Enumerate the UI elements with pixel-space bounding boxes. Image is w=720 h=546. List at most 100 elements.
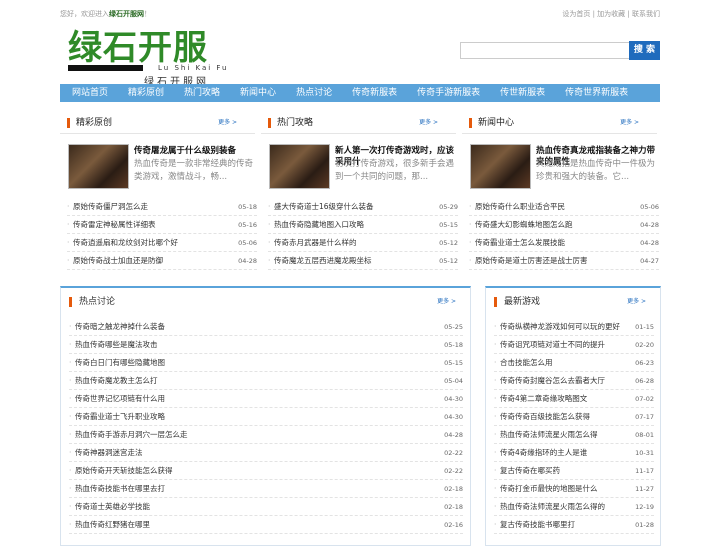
list-item-title[interactable]: 热血传奇法师流星火雨怎么得的 bbox=[500, 501, 605, 512]
list-item-title[interactable]: 原始传奇开天斩技能怎么获得 bbox=[75, 465, 173, 476]
list-item[interactable]: 原始传奇是道士厉害还是战士厉害 04-27 bbox=[469, 252, 659, 270]
nav-item[interactable]: 传奇世界新服表 bbox=[555, 84, 638, 102]
list-item[interactable]: 盛大传奇道士16级穿什么装备 05-29 bbox=[268, 198, 458, 216]
list-item[interactable]: 传奇魔龙五层西进魔龙殿坐标 05-12 bbox=[268, 252, 458, 270]
list-item[interactable]: 传奇道士英雄必学技能 02-18 bbox=[69, 498, 463, 516]
list-item-title[interactable]: 传奇暗之触龙神掉什么装备 bbox=[75, 321, 165, 332]
search-button[interactable]: 搜 索 bbox=[629, 41, 660, 60]
list-item-title[interactable]: 热血传奇法师流星火雨怎么得 bbox=[500, 429, 598, 440]
nav-item[interactable]: 热门攻略 bbox=[174, 84, 230, 102]
list-item[interactable]: 原始传奇开天斩技能怎么获得 02-22 bbox=[69, 462, 463, 480]
list-item[interactable]: 传奇霸业道士飞升职业攻略 04-30 bbox=[69, 408, 463, 426]
feature-article[interactable]: 新人第一次打传奇游戏时，应该采用什 初次打传奇游戏，很多新手会遇到一个共同的问题，… bbox=[269, 144, 459, 194]
list-item-title[interactable]: 传奇赤月武器是什么样的 bbox=[274, 237, 357, 248]
list-item[interactable]: 热血传奇隐藏地图入口攻略 05-15 bbox=[268, 216, 458, 234]
list-item-title[interactable]: 热血传奇红野猪在哪里 bbox=[75, 519, 150, 530]
list-item[interactable]: 原始传奇什么职业适合平民 05-06 bbox=[469, 198, 659, 216]
list-item-title[interactable]: 传奇道士英雄必学技能 bbox=[75, 501, 150, 512]
list-item-title[interactable]: 传奇4第二章奇缘攻略图文 bbox=[500, 393, 587, 404]
list-item[interactable]: 传奇逍遥扇和龙纹剑对比哪个好 05-06 bbox=[67, 234, 257, 252]
logo-title[interactable]: 绿石开服 bbox=[68, 20, 208, 69]
more-link[interactable]: 更多 > bbox=[620, 112, 639, 134]
list-item-date: 06-23 bbox=[635, 358, 654, 367]
list-item-title[interactable]: 复古传奇在哪买药 bbox=[500, 465, 560, 476]
more-link[interactable]: 更多 > bbox=[419, 112, 438, 134]
list-item[interactable]: 热血传奇法师流星火雨怎么得的 12-19 bbox=[494, 498, 654, 516]
list-item[interactable]: 复古传奇技能书哪里打 01-28 bbox=[494, 516, 654, 534]
list-item[interactable]: 传奇白日门有哪些隐藏地图 05-15 bbox=[69, 354, 463, 372]
nav-item[interactable]: 传世新服表 bbox=[490, 84, 555, 102]
list-item[interactable]: 传奇传奇百级技能怎么获得 07-17 bbox=[494, 408, 654, 426]
list-item-title[interactable]: 传奇传奇封魔谷怎么去霸者大厅 bbox=[500, 375, 605, 386]
list-item[interactable]: 热血传奇法师流星火雨怎么得 08-01 bbox=[494, 426, 654, 444]
list-item[interactable]: 传奇4奇缘指环的主人是谁 10-31 bbox=[494, 444, 654, 462]
list-item-title[interactable]: 热血传奇隐藏地图入口攻略 bbox=[274, 219, 364, 230]
more-link[interactable]: 更多 > bbox=[627, 288, 646, 316]
list-item-title[interactable]: 传奇神器洞迷宫走法 bbox=[75, 447, 143, 458]
list-item[interactable]: 传奇诅咒项链对道士不同的提升 02-20 bbox=[494, 336, 654, 354]
list-item-title[interactable]: 原始传奇战士加血还是防御 bbox=[73, 255, 163, 266]
list-item[interactable]: 传奇世界记忆项链有什么用 04-30 bbox=[69, 390, 463, 408]
nav-item[interactable]: 新闻中心 bbox=[230, 84, 286, 102]
list-item-title[interactable]: 传奇诅咒项链对道士不同的提升 bbox=[500, 339, 605, 350]
nav-item[interactable]: 热点讨论 bbox=[286, 84, 342, 102]
list-item[interactable]: 传奇纵横神龙游戏如何可以玩的更好 01-15 bbox=[494, 318, 654, 336]
list-item[interactable]: 传奇盛大幻影蜘蛛地图怎么跑 04-28 bbox=[469, 216, 659, 234]
list-item[interactable]: 传奇神器洞迷宫走法 02-22 bbox=[69, 444, 463, 462]
list-item-title[interactable]: 合击技能怎么用 bbox=[500, 357, 553, 368]
list-item-title[interactable]: 传奇4奇缘指环的主人是谁 bbox=[500, 447, 587, 458]
list-item-title[interactable]: 传奇世界记忆项链有什么用 bbox=[75, 393, 165, 404]
feature-title[interactable]: 传奇屠龙属于什么级别装备 bbox=[134, 146, 259, 157]
feature-article[interactable]: 传奇屠龙属于什么级别装备 热血传奇是一款非常经典的传奇类游戏，激情战斗，畅... bbox=[68, 144, 258, 194]
list-item[interactable]: 传奇传奇封魔谷怎么去霸者大厅 06-28 bbox=[494, 372, 654, 390]
list-item[interactable]: 传奇霸业道士怎么发展技能 04-28 bbox=[469, 234, 659, 252]
list-item[interactable]: 热血传奇哪些是魔法攻击 05-18 bbox=[69, 336, 463, 354]
top-links-text[interactable]: 设为首页 | 加为收藏 | 联系我们 bbox=[562, 10, 660, 18]
list-item-title[interactable]: 传奇霸业道士飞升职业攻略 bbox=[75, 411, 165, 422]
list-item-title[interactable]: 传奇盛大幻影蜘蛛地图怎么跑 bbox=[475, 219, 573, 230]
list-item[interactable]: 热血传奇技能书在哪里去打 02-18 bbox=[69, 480, 463, 498]
list-item-title[interactable]: 传奇纵横神龙游戏如何可以玩的更好 bbox=[500, 321, 620, 332]
welcome-site-name[interactable]: 绿石开服网 bbox=[109, 10, 144, 18]
list-item-title[interactable]: 传奇传奇百级技能怎么获得 bbox=[500, 411, 590, 422]
top-links[interactable]: 设为首页 | 加为收藏 | 联系我们 bbox=[562, 9, 660, 19]
list-item-title[interactable]: 传奇雷定神秘属性详细表 bbox=[73, 219, 156, 230]
list-item[interactable]: 原始传奇战士加血还是防御 04-28 bbox=[67, 252, 257, 270]
list-item[interactable]: 传奇打金币最快的地图是什么 11-27 bbox=[494, 480, 654, 498]
feature-article[interactable]: 热血传奇真龙戒指装备之神力带来的属性 真龙戒指是热血传奇中一件极为珍贵和强大的装备… bbox=[470, 144, 660, 194]
nav-item[interactable]: 网站首页 bbox=[60, 84, 118, 102]
list-item-title[interactable]: 热血传奇手游赤月洞穴一层怎么走 bbox=[75, 429, 188, 440]
list-item-title[interactable]: 原始传奇僵尸洞怎么走 bbox=[73, 201, 148, 212]
list-item-title[interactable]: 原始传奇是道士厉害还是战士厉害 bbox=[475, 255, 588, 266]
feature-thumbnail[interactable] bbox=[68, 144, 129, 189]
list-item[interactable]: 热血传奇魔龙教主怎么打 05-04 bbox=[69, 372, 463, 390]
list-item[interactable]: 传奇暗之触龙神掉什么装备 05-25 bbox=[69, 318, 463, 336]
list-item-title[interactable]: 热血传奇哪些是魔法攻击 bbox=[75, 339, 158, 350]
list-item-title[interactable]: 原始传奇什么职业适合平民 bbox=[475, 201, 565, 212]
list-item-title[interactable]: 传奇白日门有哪些隐藏地图 bbox=[75, 357, 165, 368]
list-item-title[interactable]: 传奇霸业道士怎么发展技能 bbox=[475, 237, 565, 248]
nav-item[interactable]: 精彩原创 bbox=[118, 84, 174, 102]
list-item-title[interactable]: 热血传奇技能书在哪里去打 bbox=[75, 483, 165, 494]
feature-thumbnail[interactable] bbox=[470, 144, 531, 189]
list-item-title[interactable]: 复古传奇技能书哪里打 bbox=[500, 519, 575, 530]
search-input[interactable] bbox=[460, 42, 630, 59]
list-item[interactable]: 热血传奇红野猪在哪里 02-16 bbox=[69, 516, 463, 534]
nav-item[interactable]: 传奇手游新服表 bbox=[407, 84, 490, 102]
list-item[interactable]: 复古传奇在哪买药 11-17 bbox=[494, 462, 654, 480]
list-item-title[interactable]: 盛大传奇道士16级穿什么装备 bbox=[274, 201, 374, 212]
list-item-title[interactable]: 热血传奇魔龙教主怎么打 bbox=[75, 375, 158, 386]
list-item[interactable]: 传奇赤月武器是什么样的 05-12 bbox=[268, 234, 458, 252]
list-item[interactable]: 传奇4第二章奇缘攻略图文 07-02 bbox=[494, 390, 654, 408]
list-item[interactable]: 传奇雷定神秘属性详细表 05-16 bbox=[67, 216, 257, 234]
nav-item[interactable]: 传奇新服表 bbox=[342, 84, 407, 102]
more-link[interactable]: 更多 > bbox=[218, 112, 237, 134]
list-item[interactable]: 原始传奇僵尸洞怎么走 05-18 bbox=[67, 198, 257, 216]
feature-thumbnail[interactable] bbox=[269, 144, 330, 189]
list-item-title[interactable]: 传奇逍遥扇和龙纹剑对比哪个好 bbox=[73, 237, 178, 248]
list-item-title[interactable]: 传奇魔龙五层西进魔龙殿坐标 bbox=[274, 255, 372, 266]
list-item[interactable]: 合击技能怎么用 06-23 bbox=[494, 354, 654, 372]
list-item[interactable]: 热血传奇手游赤月洞穴一层怎么走 04-28 bbox=[69, 426, 463, 444]
more-link[interactable]: 更多 > bbox=[437, 288, 456, 316]
list-item-title[interactable]: 传奇打金币最快的地图是什么 bbox=[500, 483, 598, 494]
